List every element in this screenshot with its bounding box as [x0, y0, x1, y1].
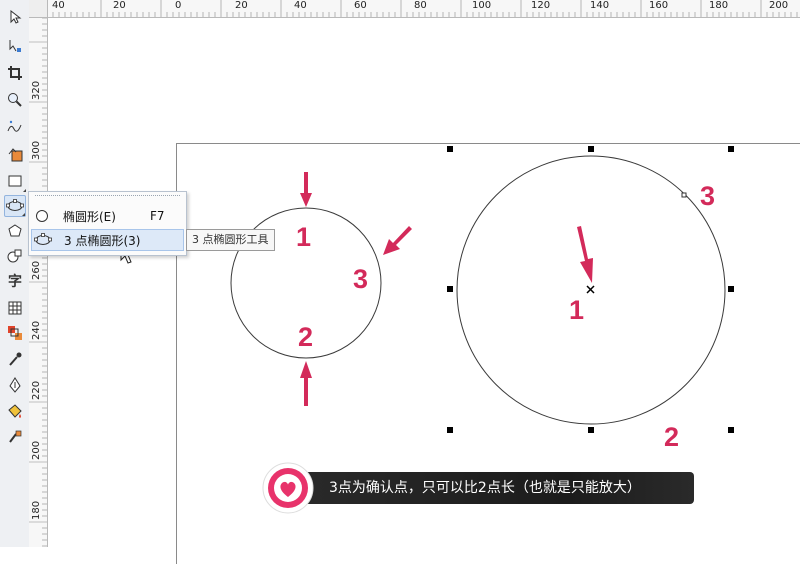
- handle-bottom-left[interactable]: [447, 427, 453, 433]
- ellipse-icon: [36, 210, 48, 222]
- left-circle-number-1: 1: [296, 222, 312, 252]
- handle-bottom[interactable]: [588, 427, 594, 433]
- arrow-up-icon: [300, 361, 312, 406]
- flyout-item-label: 椭圆形(E): [63, 209, 116, 224]
- three-point-ellipse-icon: [34, 233, 52, 245]
- flyout-item-shortcut: F7: [150, 209, 165, 223]
- arrow-down-left-icon: [383, 226, 412, 255]
- left-circle-number-3: 3: [353, 264, 369, 294]
- left-circle-number-2: 2: [298, 322, 314, 352]
- tool-tooltip: 3 点椭圆形工具: [186, 229, 275, 251]
- flyout-item-three-point-ellipse[interactable]: 3 点椭圆形(3): [31, 229, 184, 251]
- handle-top-right[interactable]: [728, 146, 734, 152]
- right-circle-number-2: 2: [664, 422, 680, 452]
- right-circle-number-3: 3: [700, 181, 716, 211]
- arrow-down-icon: [300, 172, 312, 207]
- annotation-arrows: [300, 172, 593, 406]
- center-mark-icon: [586, 285, 595, 294]
- right-circle-number-1: 1: [569, 295, 585, 325]
- flyout-item-label: 3 点椭圆形(3): [64, 233, 141, 248]
- ellipse-tool-flyout: 椭圆形(E) F7 3 点椭圆形(3): [28, 191, 187, 256]
- caption-banner: 3点为确认点，只可以比2点长（也就是只能放大）: [276, 472, 694, 504]
- handle-left[interactable]: [447, 286, 453, 292]
- flyout-grip[interactable]: [35, 195, 180, 201]
- flyout-item-ellipse[interactable]: 椭圆形(E) F7: [31, 205, 184, 227]
- arrow-down-center-icon: [577, 226, 593, 283]
- ellipse-node[interactable]: [681, 192, 687, 198]
- caption-text: 3点为确认点，只可以比2点长（也就是只能放大）: [329, 480, 641, 496]
- handle-bottom-right[interactable]: [728, 427, 734, 433]
- handle-top[interactable]: [588, 146, 594, 152]
- ruler-origin-corner[interactable]: [29, 0, 48, 18]
- heart-icon: [262, 462, 314, 514]
- handle-right[interactable]: [728, 286, 734, 292]
- drawing-canvas[interactable]: [0, 0, 800, 547]
- handle-top-left[interactable]: [447, 146, 453, 152]
